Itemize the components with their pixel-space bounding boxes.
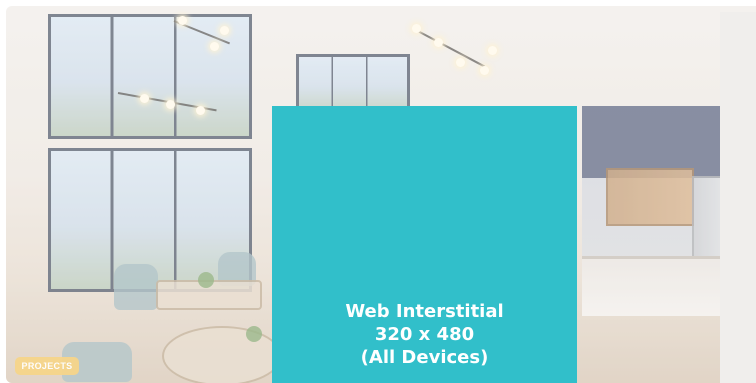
- ad-title: Web Interstitial: [345, 301, 504, 322]
- ad-size: 320 x 480: [374, 324, 475, 345]
- ad-devices: (All Devices): [360, 347, 489, 368]
- page-frame: Web Interstitial 320 x 480 (All Devices)…: [0, 0, 756, 383]
- interstitial-ad-slot[interactable]: Web Interstitial 320 x 480 (All Devices): [272, 106, 577, 383]
- projects-badge-label: PROJECTS: [21, 361, 73, 371]
- projects-badge[interactable]: PROJECTS: [15, 357, 79, 375]
